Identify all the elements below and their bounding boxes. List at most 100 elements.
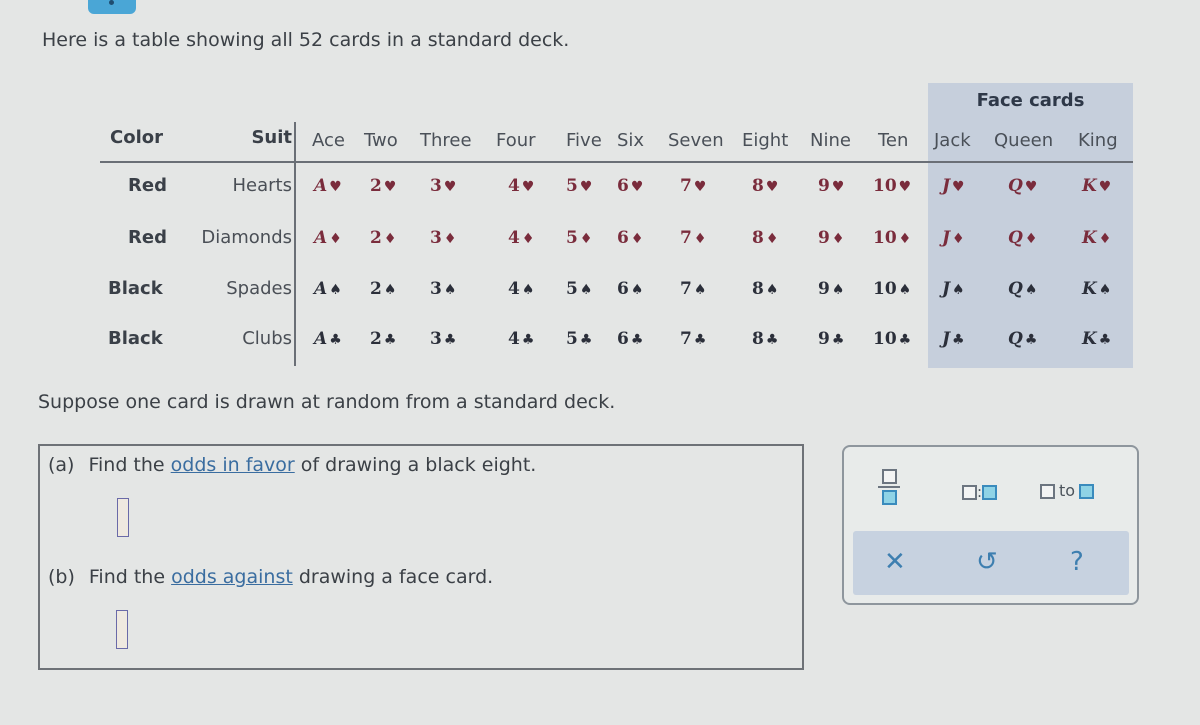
answer-a-input[interactable] bbox=[117, 498, 129, 537]
card-10-diamonds: 10 ♦ bbox=[873, 228, 911, 248]
prompt-text: Suppose one card is drawn at random from… bbox=[38, 391, 616, 413]
question-a-label: (a) bbox=[48, 454, 75, 476]
card-rank: 10 bbox=[873, 279, 897, 299]
hearts-suit-icon: ♥ bbox=[579, 179, 593, 195]
spades-suit-icon: ♠ bbox=[765, 282, 779, 298]
card-rank: 4 bbox=[508, 329, 520, 349]
card-4-hearts: 4 ♥ bbox=[508, 176, 534, 196]
column-header-two: Two bbox=[364, 130, 398, 151]
spades-suit-icon: ♠ bbox=[521, 282, 535, 298]
card-5-clubs: 5 ♣ bbox=[566, 329, 592, 349]
button-icon bbox=[109, 0, 114, 5]
card-9-spades: 9 ♠ bbox=[818, 279, 844, 299]
column-header-queen: Queen bbox=[994, 130, 1054, 151]
card-rank: 7 bbox=[680, 228, 692, 248]
card-3-clubs: 3 ♣ bbox=[430, 329, 456, 349]
answer-b-input[interactable] bbox=[116, 610, 128, 649]
diamonds-suit-icon: ♦ bbox=[383, 231, 397, 247]
math-input-toolbar: : to ✕ ↺ ? bbox=[842, 445, 1139, 605]
diamonds-suit-icon: ♦ bbox=[831, 231, 845, 247]
spades-suit-icon: ♠ bbox=[952, 282, 965, 298]
card-rank: K bbox=[1082, 279, 1097, 299]
card-A-diamonds: A ♦ bbox=[314, 228, 342, 248]
column-header-ace: Ace bbox=[312, 130, 345, 151]
card-J-hearts: J ♥ bbox=[942, 176, 965, 196]
card-rank: 3 bbox=[430, 176, 442, 196]
row-suit-label: Diamonds bbox=[201, 227, 292, 248]
hearts-suit-icon: ♥ bbox=[329, 179, 342, 195]
card-rank: 4 bbox=[508, 176, 520, 196]
card-rank: 8 bbox=[752, 228, 764, 248]
face-cards-label: Face cards bbox=[976, 90, 1085, 111]
clubs-suit-icon: ♣ bbox=[329, 332, 342, 348]
question-b-text-post: drawing a face card. bbox=[292, 566, 494, 588]
spades-suit-icon: ♠ bbox=[1098, 282, 1112, 298]
card-rank: A bbox=[314, 176, 328, 196]
question-a-text-post: of drawing a black eight. bbox=[294, 454, 537, 476]
column-header-four: Four bbox=[496, 130, 536, 151]
clubs-suit-icon: ♣ bbox=[521, 332, 535, 348]
diamonds-suit-icon: ♦ bbox=[579, 231, 593, 247]
close-icon: ✕ bbox=[884, 547, 906, 577]
card-rank: Q bbox=[1008, 228, 1023, 248]
card-rank: 6 bbox=[617, 329, 629, 349]
to-ratio-button[interactable]: to bbox=[1040, 481, 1095, 500]
clubs-suit-icon: ♣ bbox=[693, 332, 707, 348]
card-rank: K bbox=[1082, 329, 1097, 349]
card-7-clubs: 7 ♣ bbox=[680, 329, 706, 349]
clear-button[interactable]: ✕ bbox=[884, 547, 906, 577]
card-J-diamonds: J ♦ bbox=[942, 228, 965, 248]
row-suit-label: Spades bbox=[226, 278, 292, 299]
hearts-suit-icon: ♥ bbox=[765, 179, 779, 195]
card-10-hearts: 10 ♥ bbox=[873, 176, 911, 196]
card-6-spades: 6 ♠ bbox=[617, 279, 643, 299]
card-A-hearts: A ♥ bbox=[314, 176, 342, 196]
column-header-three: Three bbox=[420, 130, 472, 151]
row-suit-label: Clubs bbox=[242, 328, 292, 349]
ratio-right-box-icon bbox=[982, 485, 998, 500]
top-toolbar-button[interactable] bbox=[88, 0, 136, 14]
card-2-spades: 2 ♠ bbox=[370, 279, 396, 299]
ratio-button[interactable]: : bbox=[962, 483, 998, 501]
card-rank: 7 bbox=[680, 329, 692, 349]
fraction-button[interactable] bbox=[878, 469, 900, 505]
help-button[interactable]: ? bbox=[1070, 547, 1084, 577]
odds-against-link[interactable]: odds against bbox=[171, 566, 293, 588]
card-4-clubs: 4 ♣ bbox=[508, 329, 534, 349]
hearts-suit-icon: ♥ bbox=[693, 179, 707, 195]
card-5-diamonds: 5 ♦ bbox=[566, 228, 592, 248]
card-3-diamonds: 3 ♦ bbox=[430, 228, 456, 248]
card-rank: A bbox=[314, 329, 328, 349]
card-A-spades: A ♠ bbox=[314, 279, 342, 299]
odds-in-favor-link[interactable]: odds in favor bbox=[171, 454, 295, 476]
card-rank: 7 bbox=[680, 279, 692, 299]
card-rank: 4 bbox=[508, 279, 520, 299]
to-left-box-icon bbox=[1040, 484, 1055, 499]
question-a: (a) Find the odds in favor of drawing a b… bbox=[48, 454, 536, 476]
denominator-box-icon bbox=[881, 490, 897, 505]
card-rank: J bbox=[942, 329, 951, 349]
card-J-clubs: J ♣ bbox=[942, 329, 965, 349]
to-word: to bbox=[1059, 481, 1076, 500]
diamonds-suit-icon: ♦ bbox=[521, 231, 535, 247]
card-5-spades: 5 ♠ bbox=[566, 279, 592, 299]
hearts-suit-icon: ♥ bbox=[898, 179, 912, 195]
card-8-spades: 8 ♠ bbox=[752, 279, 778, 299]
card-rank: J bbox=[942, 176, 951, 196]
fraction-bar-icon bbox=[878, 486, 900, 488]
card-rank: 5 bbox=[566, 279, 578, 299]
card-6-clubs: 6 ♣ bbox=[617, 329, 643, 349]
card-rank: 5 bbox=[566, 176, 578, 196]
undo-button[interactable]: ↺ bbox=[976, 547, 998, 577]
card-rank: A bbox=[314, 228, 328, 248]
diamonds-suit-icon: ♦ bbox=[630, 231, 644, 247]
card-rank: 2 bbox=[370, 228, 382, 248]
card-rank: K bbox=[1082, 228, 1097, 248]
question-box: (a) Find the odds in favor of drawing a b… bbox=[38, 444, 804, 670]
clubs-suit-icon: ♣ bbox=[383, 332, 397, 348]
card-rank: 9 bbox=[818, 176, 830, 196]
spades-suit-icon: ♠ bbox=[579, 282, 593, 298]
card-rank: 6 bbox=[617, 279, 629, 299]
numerator-box-icon bbox=[881, 469, 897, 484]
card-4-spades: 4 ♠ bbox=[508, 279, 534, 299]
